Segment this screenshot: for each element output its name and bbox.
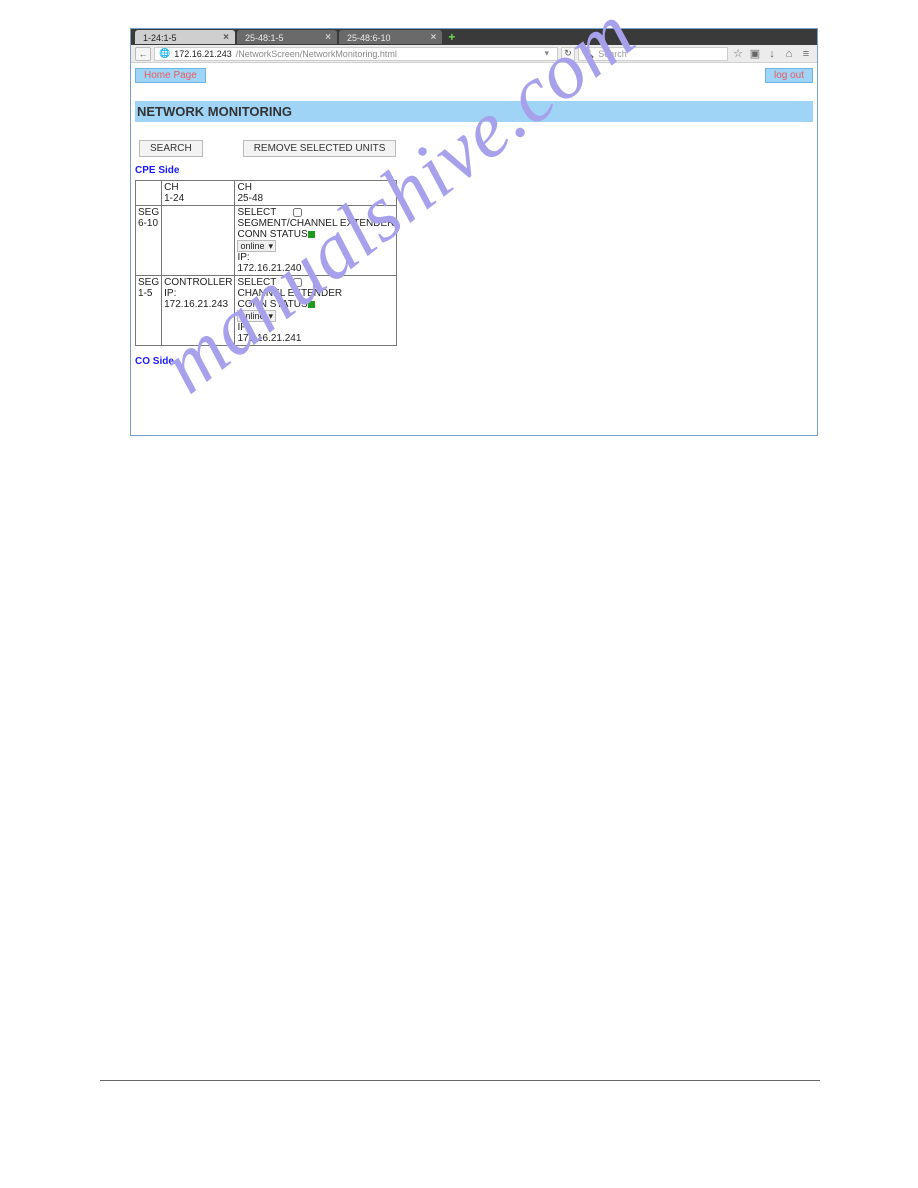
controller-cell: CONTROLLER IP: 172.16.21.243: [162, 276, 235, 346]
mid-cell: [162, 206, 235, 276]
url-dropdown-icon[interactable]: ▾: [540, 48, 553, 59]
select-checkbox[interactable]: [293, 208, 302, 217]
back-button[interactable]: ←: [135, 47, 151, 61]
cpe-side-label: CPE Side: [135, 165, 813, 176]
tab-close-icon[interactable]: ×: [223, 32, 229, 43]
seg-cell: SEG 1-5: [136, 276, 162, 346]
search-placeholder: Search: [598, 49, 627, 59]
table-header-ch1: CH 1-24: [162, 181, 235, 206]
search-button[interactable]: SEARCH: [139, 140, 203, 157]
conn-status-label: CONN STATUS: [237, 299, 307, 310]
chevron-down-icon: ▾: [269, 311, 274, 322]
conn-status-label: CONN STATUS: [237, 229, 307, 240]
chevron-down-icon: ▾: [269, 241, 274, 252]
unit-type: SEGMENT/CHANNEL EXTENDER: [237, 218, 394, 229]
ip-value: 172.16.21.240: [237, 263, 301, 274]
ip-label: IP:: [237, 252, 249, 263]
logout-link[interactable]: log out: [765, 68, 813, 83]
table-row: SEG 1-5 CONTROLLER IP: 172.16.21.243 SEL…: [136, 276, 397, 346]
home-icon[interactable]: ⌂: [782, 47, 796, 61]
seg-cell: SEG 6-10: [136, 206, 162, 276]
url-path: /NetworkScreen/NetworkMonitoring.html: [236, 49, 397, 59]
table-header-seg: [136, 181, 162, 206]
browser-tab-1[interactable]: 1-24:1-5 ×: [135, 30, 235, 44]
online-select[interactable]: online ▾: [237, 310, 276, 322]
monitoring-table: CH 1-24 CH 25-48 SEG 6-10 SELECT: [135, 180, 397, 346]
search-icon: 🔍: [583, 48, 594, 59]
ip-label: IP:: [237, 322, 249, 333]
tab-close-icon[interactable]: ×: [431, 32, 437, 43]
ip-value: 172.16.21.241: [237, 333, 301, 344]
footer-rule: [100, 1080, 820, 1081]
tab-label: 25-48:6-10: [347, 33, 391, 43]
remove-selected-button[interactable]: REMOVE SELECTED UNITS: [243, 140, 397, 157]
browser-tab-strip: 1-24:1-5 × 25-48:1-5 × 25-48:6-10 × +: [131, 29, 817, 45]
tab-label: 25-48:1-5: [245, 33, 284, 43]
co-side-label: CO Side: [135, 356, 813, 367]
table-header-ch2: CH 25-48: [235, 181, 397, 206]
status-indicator-icon: [308, 231, 315, 238]
online-select[interactable]: online ▾: [237, 240, 276, 252]
tab-label: 1-24:1-5: [143, 33, 177, 43]
home-page-link[interactable]: Home Page: [135, 68, 206, 83]
browser-toolbar: ← 🌐 172.16.21.243/NetworkScreen/NetworkM…: [131, 45, 817, 63]
tab-close-icon[interactable]: ×: [325, 32, 331, 43]
downloads-icon[interactable]: ↓: [765, 47, 779, 61]
bookmark-icon[interactable]: ☆: [731, 47, 745, 61]
detail-cell: SELECT SEGMENT/CHANNEL EXTENDER CONN STA…: [235, 206, 397, 276]
globe-icon: 🌐: [159, 48, 170, 59]
detail-cell: SELECT CHANNEL EXTENDER CONN STATUS onli…: [235, 276, 397, 346]
table-row: SEG 6-10 SELECT SEGMENT/CHANNEL EXTENDER…: [136, 206, 397, 276]
browser-tab-2[interactable]: 25-48:1-5 ×: [237, 30, 337, 44]
select-label: SELECT: [237, 277, 276, 288]
select-checkbox[interactable]: [293, 278, 302, 287]
status-indicator-icon: [308, 301, 315, 308]
select-label: SELECT: [237, 207, 276, 218]
menu-icon[interactable]: ≡: [799, 47, 813, 61]
url-host: 172.16.21.243: [174, 49, 232, 59]
search-bar[interactable]: 🔍 Search: [578, 47, 728, 61]
reload-button[interactable]: ↻: [561, 47, 575, 61]
new-tab-button[interactable]: +: [444, 30, 459, 44]
pocket-icon[interactable]: ▣: [748, 47, 762, 61]
browser-tab-3[interactable]: 25-48:6-10 ×: [339, 30, 442, 44]
url-bar[interactable]: 🌐 172.16.21.243/NetworkScreen/NetworkMon…: [154, 47, 558, 61]
page-title: NETWORK MONITORING: [135, 101, 813, 122]
unit-type: CHANNEL EXTENDER: [237, 288, 342, 299]
